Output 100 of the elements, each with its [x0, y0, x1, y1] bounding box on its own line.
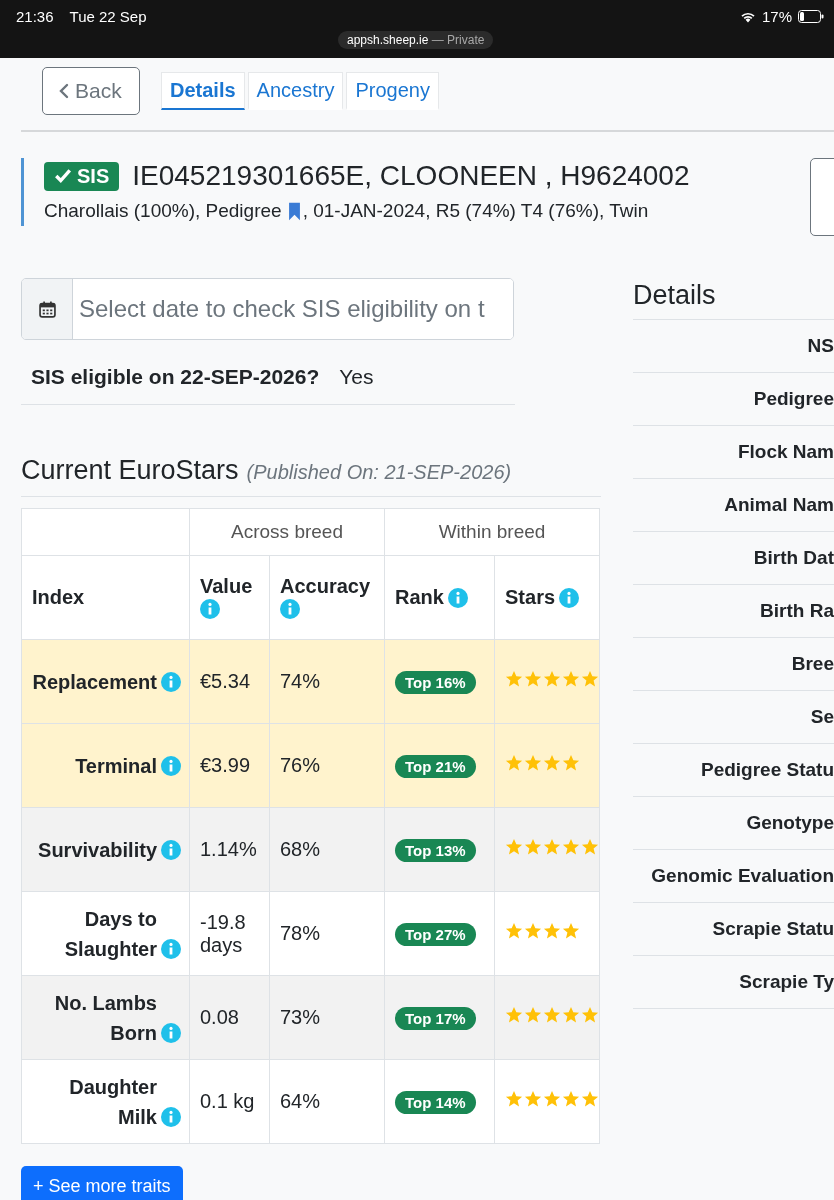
star-icon	[543, 670, 561, 688]
column-header: Index	[21, 555, 190, 640]
tab[interactable]: Progeny	[346, 72, 439, 110]
detail-label: Genotype	[746, 812, 834, 834]
accuracy-text: 74%	[280, 670, 321, 692]
detail-label: Bree	[791, 653, 834, 675]
star-icon	[505, 754, 523, 772]
star-icon	[524, 754, 542, 772]
star-icon	[524, 922, 542, 940]
value-text: -19.8 days	[200, 910, 246, 956]
value-text: 0.1 kg	[200, 1090, 255, 1112]
index-name: Days to Slaughter	[63, 906, 157, 962]
url-bar[interactable]: appsh.sheep.ie — Private	[338, 31, 494, 49]
accuracy-text: 73%	[280, 1006, 321, 1028]
tab[interactable]: Details	[161, 72, 245, 110]
eligibility-label: SIS eligible on 22-SEP-2026?	[31, 365, 320, 389]
info-icon[interactable]	[161, 1106, 181, 1127]
sis-badge: SIS	[44, 161, 120, 191]
star-icon	[543, 1090, 561, 1108]
wifi-icon	[739, 10, 756, 23]
star-icon	[562, 922, 580, 940]
star-icon	[581, 670, 599, 688]
star-icon	[581, 1090, 599, 1108]
detail-label: Scrapie Ty	[739, 971, 834, 993]
detail-label: Pedigree	[753, 388, 834, 410]
section-title: Current EuroStars	[21, 455, 239, 486]
star-icon	[543, 838, 561, 856]
rank-badge: Top 13%	[395, 838, 476, 862]
detail-label: Pedigree Statu	[700, 759, 834, 781]
battery-icon	[798, 10, 824, 23]
value-text: €3.99	[200, 754, 251, 776]
detail-label: Scrapie Statu	[712, 918, 834, 940]
star-icon	[524, 838, 542, 856]
accuracy-text: 76%	[280, 754, 321, 776]
star-icon	[505, 1090, 523, 1108]
star-icon	[524, 1090, 542, 1108]
info-icon[interactable]	[161, 671, 181, 692]
status-date: Tue 22 Sep	[69, 8, 147, 25]
value-text: €5.34	[200, 670, 251, 692]
rank-badge: Top 27%	[395, 922, 476, 946]
index-name: Terminal	[74, 753, 157, 779]
star-icon	[524, 670, 542, 688]
tab[interactable]: Ancestry	[247, 72, 344, 110]
rank-badge: Top 17%	[395, 1006, 476, 1030]
detail-label: Animal Nam	[724, 494, 834, 516]
check-icon	[54, 168, 72, 184]
value-text: 1.14%	[200, 838, 257, 860]
date-field[interactable]: Select date to check SIS eligibility on t	[21, 278, 514, 340]
info-icon[interactable]	[161, 755, 181, 776]
info-icon[interactable]	[559, 587, 580, 608]
star-icon	[543, 922, 561, 940]
detail-label: NS	[807, 335, 834, 357]
star-icon	[505, 1006, 523, 1024]
rank-badge: Top 16%	[395, 670, 476, 694]
star-icon	[562, 1090, 580, 1108]
battery-percent: 17%	[761, 8, 792, 25]
star-icon	[562, 754, 580, 772]
rank-badge: Top 21%	[395, 754, 476, 778]
star-icon	[581, 838, 599, 856]
detail-label: Birth Ra	[760, 600, 834, 622]
back-button[interactable]: Back	[42, 67, 140, 115]
info-icon[interactable]	[280, 598, 300, 619]
animal-summary: Charollais (100%), Pedigree	[44, 200, 282, 222]
published-date: (Published On: 21-SEP-2026)	[246, 461, 512, 484]
star-icon	[543, 1006, 561, 1024]
detail-label: Genomic Evaluation	[651, 865, 834, 887]
column-header: Rank	[395, 586, 444, 609]
star-icon	[505, 670, 523, 688]
accuracy-text: 64%	[280, 1090, 321, 1112]
star-icon	[524, 1006, 542, 1024]
detail-label: Flock Nam	[737, 441, 834, 463]
info-icon[interactable]	[447, 587, 468, 608]
star-icon	[543, 754, 561, 772]
bookmark-icon	[287, 201, 301, 221]
detail-label: Se	[810, 706, 834, 728]
see-more-traits-button[interactable]: + See more traits	[21, 1166, 183, 1200]
section-title: Details	[633, 280, 834, 320]
eligibility-value: Yes	[339, 365, 374, 389]
star-icon	[562, 670, 580, 688]
info-icon[interactable]	[161, 938, 181, 959]
info-icon[interactable]	[161, 839, 181, 860]
index-name: Replacement	[31, 669, 157, 695]
column-header: Value	[200, 574, 254, 598]
calendar-icon	[38, 300, 56, 318]
star-icon	[562, 838, 580, 856]
star-icon	[562, 1006, 580, 1024]
rank-badge: Top 14%	[395, 1090, 476, 1114]
info-icon[interactable]	[161, 1022, 181, 1043]
star-icon	[505, 922, 523, 940]
star-icon	[505, 838, 523, 856]
column-group-header: Across breed	[189, 508, 385, 556]
column-header: Accuracy	[280, 574, 372, 598]
animal-title: IE045219301665E, CLOONEEN , H9624002	[132, 160, 690, 192]
chevron-left-icon	[59, 83, 69, 99]
column-group-header: Within breed	[384, 508, 600, 556]
column-header: Stars	[505, 586, 556, 609]
value-text: 0.08	[200, 1006, 239, 1028]
star-icon	[581, 1006, 599, 1024]
status-time: 21:36	[16, 8, 54, 25]
info-icon[interactable]	[200, 598, 220, 619]
